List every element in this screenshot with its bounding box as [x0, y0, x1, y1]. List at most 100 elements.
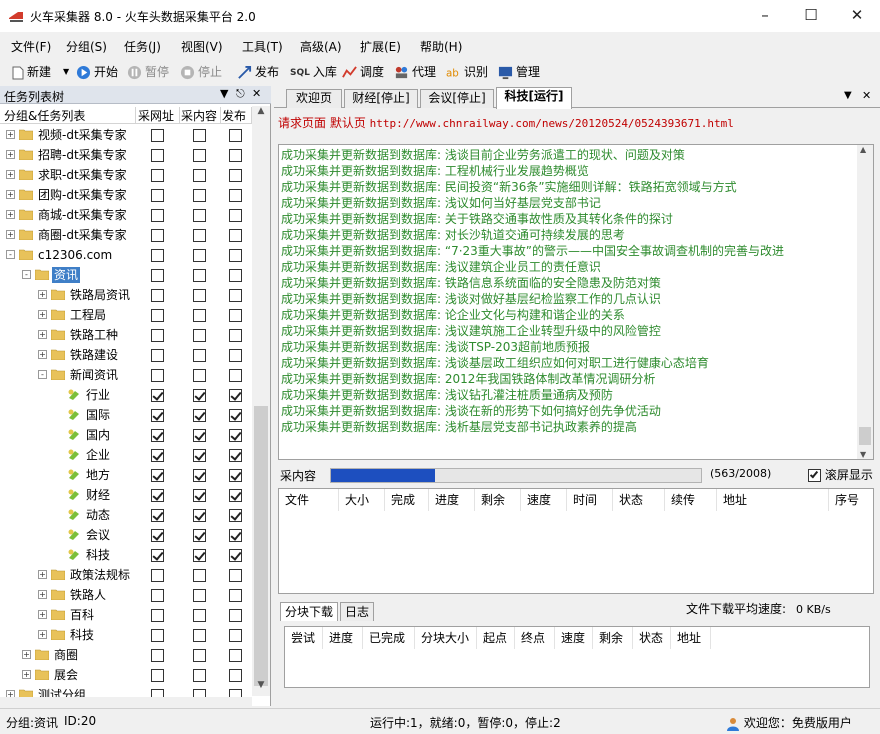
tree-group-row[interactable]: + 铁路人	[0, 585, 252, 605]
publish-checkbox[interactable]	[229, 589, 242, 602]
tree-group-row[interactable]: - c12306.com	[0, 245, 252, 265]
tree-task-row[interactable]: 国际	[0, 405, 252, 425]
tree-task-row[interactable]: 会议	[0, 525, 252, 545]
dl-col-time[interactable]: 时间	[567, 489, 613, 511]
publish-checkbox[interactable]	[229, 229, 242, 242]
blk-col-attempt[interactable]: 尝试	[285, 627, 323, 649]
expand-icon[interactable]: +	[38, 290, 47, 299]
tab-finance[interactable]: 财经[停止]	[344, 89, 418, 108]
url-checkbox[interactable]	[151, 329, 164, 342]
tree-group-row[interactable]: + 展会	[0, 665, 252, 685]
publish-checkbox[interactable]	[229, 609, 242, 622]
manage-button[interactable]: 管理	[498, 62, 540, 82]
content-checkbox[interactable]	[193, 209, 206, 222]
subtab-log[interactable]: 日志	[340, 602, 375, 621]
blk-col-completed[interactable]: 已完成	[363, 627, 415, 649]
publish-checkbox[interactable]	[229, 509, 242, 522]
url-checkbox[interactable]	[151, 149, 164, 162]
tabs-menu-arrow-icon[interactable]: ▼	[844, 90, 852, 101]
publish-checkbox[interactable]	[229, 249, 242, 262]
dl-col-resume[interactable]: 续传	[665, 489, 717, 511]
url-checkbox[interactable]	[151, 289, 164, 302]
scroll-up-icon[interactable]: ▲	[252, 106, 270, 122]
proxy-button[interactable]: 代理	[394, 62, 436, 82]
blk-col-speed[interactable]: 速度	[555, 627, 593, 649]
tree-group-row[interactable]: + 团购-dt采集专家	[0, 185, 252, 205]
publish-button[interactable]: 发布	[237, 62, 279, 82]
start-button[interactable]: 开始	[76, 62, 118, 82]
url-checkbox[interactable]	[151, 569, 164, 582]
url-checkbox[interactable]	[151, 489, 164, 502]
content-checkbox[interactable]	[193, 549, 206, 562]
dl-col-index[interactable]: 序号	[829, 489, 873, 511]
url-checkbox[interactable]	[151, 449, 164, 462]
publish-checkbox[interactable]	[229, 469, 242, 482]
dl-col-remaining[interactable]: 剩余	[475, 489, 521, 511]
maximize-button[interactable]: ☐	[788, 0, 834, 32]
blk-col-remaining[interactable]: 剩余	[593, 627, 633, 649]
minimize-button[interactable]: –	[742, 0, 788, 32]
menu-view[interactable]: 视图(V)	[181, 38, 223, 55]
expand-icon[interactable]: +	[38, 330, 47, 339]
publish-checkbox[interactable]	[229, 349, 242, 362]
publish-checkbox[interactable]	[229, 529, 242, 542]
blk-col-block-size[interactable]: 分块大小	[415, 627, 477, 649]
expand-icon[interactable]: +	[38, 610, 47, 619]
content-checkbox[interactable]	[193, 129, 206, 142]
log-scrollbar[interactable]: ▲ ▼	[857, 145, 873, 459]
url-checkbox[interactable]	[151, 229, 164, 242]
tab-welcome[interactable]: 欢迎页	[286, 89, 342, 108]
content-checkbox[interactable]	[193, 469, 206, 482]
col-publish-header[interactable]: 发布	[222, 107, 252, 124]
menu-extend[interactable]: 扩展(E)	[360, 38, 401, 55]
url-checkbox[interactable]	[151, 429, 164, 442]
publish-checkbox[interactable]	[229, 369, 242, 382]
publish-checkbox[interactable]	[229, 689, 242, 697]
content-checkbox[interactable]	[193, 669, 206, 682]
tree-group-row[interactable]: + 政策法规标	[0, 565, 252, 585]
publish-checkbox[interactable]	[229, 569, 242, 582]
tree-group-row[interactable]: - 新闻资讯	[0, 365, 252, 385]
dl-col-done[interactable]: 完成	[385, 489, 429, 511]
tree-group-row[interactable]: + 视频-dt采集专家	[0, 125, 252, 145]
content-checkbox[interactable]	[193, 569, 206, 582]
url-checkbox[interactable]	[151, 609, 164, 622]
publish-checkbox[interactable]	[229, 309, 242, 322]
tab-meeting[interactable]: 会议[停止]	[420, 89, 494, 108]
dl-col-status[interactable]: 状态	[613, 489, 665, 511]
expand-icon[interactable]: +	[6, 150, 15, 159]
url-checkbox[interactable]	[151, 629, 164, 642]
content-checkbox[interactable]	[193, 349, 206, 362]
content-checkbox[interactable]	[193, 689, 206, 697]
panel-menu-arrow-icon[interactable]: ▼	[220, 87, 228, 100]
expand-icon[interactable]: +	[38, 310, 47, 319]
url-checkbox[interactable]	[151, 649, 164, 662]
publish-checkbox[interactable]	[229, 429, 242, 442]
tree-task-row[interactable]: 国内	[0, 425, 252, 445]
collapse-icon[interactable]: -	[38, 370, 47, 379]
publish-checkbox[interactable]	[229, 389, 242, 402]
tree-vertical-scrollbar[interactable]: ▲ ▼	[252, 106, 270, 696]
content-checkbox[interactable]	[193, 309, 206, 322]
blk-col-status[interactable]: 状态	[633, 627, 671, 649]
new-dropdown-arrow[interactable]: ▼	[63, 62, 69, 82]
publish-checkbox[interactable]	[229, 269, 242, 282]
tree-task-row[interactable]: 企业	[0, 445, 252, 465]
menu-tools[interactable]: 工具(T)	[242, 38, 283, 55]
expand-icon[interactable]: +	[6, 190, 15, 199]
dl-col-speed[interactable]: 速度	[521, 489, 567, 511]
expand-icon[interactable]: +	[6, 170, 15, 179]
expand-icon[interactable]: +	[6, 130, 15, 139]
content-checkbox[interactable]	[193, 649, 206, 662]
url-checkbox[interactable]	[151, 369, 164, 382]
url-checkbox[interactable]	[151, 309, 164, 322]
tree-group-row[interactable]: + 铁路工种	[0, 325, 252, 345]
expand-icon[interactable]: +	[38, 630, 47, 639]
pause-button[interactable]: 暂停	[127, 62, 169, 82]
publish-checkbox[interactable]	[229, 629, 242, 642]
url-checkbox[interactable]	[151, 469, 164, 482]
menu-file[interactable]: 文件(F)	[11, 38, 51, 55]
expand-icon[interactable]: +	[6, 230, 15, 239]
content-checkbox[interactable]	[193, 289, 206, 302]
collapse-icon[interactable]: -	[6, 250, 15, 259]
